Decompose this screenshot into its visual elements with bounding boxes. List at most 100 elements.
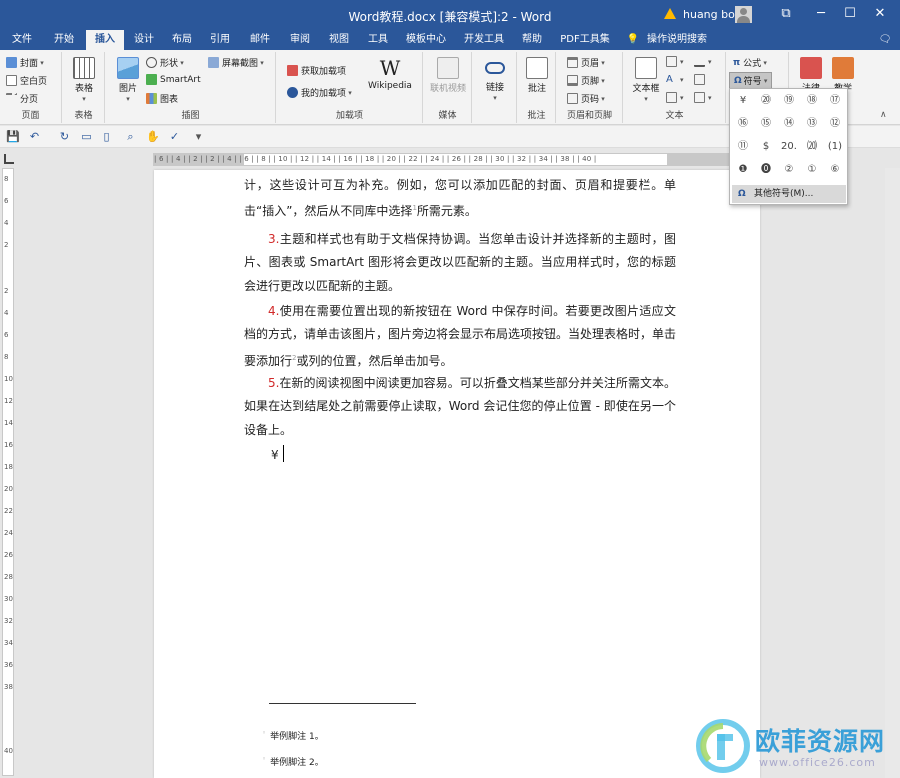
cover-page-button[interactable]: 封面 ▾: [6, 56, 44, 69]
table-button[interactable]: 表格 ▾: [67, 54, 101, 104]
tab-insert[interactable]: 插入: [86, 30, 124, 50]
document-page[interactable]: 计，这些设计可互为补充。例如，您可以添加匹配的封面、页眉和提要栏。单击“插入”，…: [154, 170, 760, 778]
object-button[interactable]: ▾: [694, 92, 712, 103]
shapes-button[interactable]: 形状 ▾: [146, 56, 184, 69]
symbol-cell[interactable]: ⑭: [778, 114, 800, 134]
paragraph-3[interactable]: 4.使用在需要位置出现的新按钮在 Word 中保存时间。若要更改图片适应文档的方…: [244, 300, 676, 373]
quick-parts-button[interactable]: ▾: [666, 56, 684, 67]
spelling-icon[interactable]: ✓: [168, 130, 181, 143]
symbol-cell[interactable]: ⑰: [824, 91, 846, 111]
footnote-1[interactable]: ◦ 举例脚注 1。: [262, 729, 324, 742]
symbol-cell[interactable]: ⓿: [755, 160, 777, 180]
maximize-button[interactable]: ☐: [836, 4, 864, 24]
symbol-cell[interactable]: ⑬: [801, 114, 823, 134]
footnote-text: 举例脚注 2。: [270, 758, 324, 768]
symbol-cell[interactable]: ⑪: [732, 137, 754, 157]
warning-icon[interactable]: [664, 8, 676, 19]
page-number-button[interactable]: 页码 ▾: [567, 92, 605, 105]
tell-me-search[interactable]: 操作说明搜索: [644, 30, 710, 50]
blank-page-button[interactable]: 空白页: [6, 74, 47, 87]
save-icon[interactable]: 💾: [6, 130, 20, 143]
symbol-cell[interactable]: ⑥: [824, 160, 846, 180]
screenshot-button[interactable]: 屏幕截图 ▾: [208, 56, 264, 69]
avatar[interactable]: [735, 6, 752, 23]
symbol-cell[interactable]: $: [755, 137, 777, 157]
wikipedia-button[interactable]: W Wikipedia: [365, 54, 415, 91]
textbox-icon: [635, 57, 657, 79]
symbol-cell[interactable]: ⑲: [778, 91, 800, 111]
symbol-button[interactable]: Ω 符号 ▾: [729, 72, 773, 89]
symbol-cell[interactable]: ⒇: [801, 137, 823, 157]
tab-references[interactable]: 引用: [202, 30, 238, 50]
equation-button[interactable]: π 公式 ▾: [733, 56, 767, 70]
link-button[interactable]: 链接 ▾: [479, 54, 511, 103]
tab-pdf-tools[interactable]: PDF工具集: [554, 30, 616, 50]
ribbon-display-options-button[interactable]: ⧉: [772, 4, 800, 24]
footer-button[interactable]: 页脚 ▾: [567, 74, 605, 87]
symbol-cell[interactable]: ⑯: [732, 114, 754, 134]
object-icon: [694, 92, 705, 103]
vertical-scrollbar[interactable]: [885, 168, 900, 778]
tab-home[interactable]: 开始: [44, 30, 84, 50]
tab-review[interactable]: 审阅: [282, 30, 318, 50]
user-name[interactable]: huang bo: [683, 8, 735, 21]
horizontal-ruler[interactable]: | 6 | | 4 | | 2 | | 2 | | 4 | | 6 | | 8 …: [153, 153, 753, 166]
comment-button[interactable]: 批注: [522, 54, 552, 94]
close-button[interactable]: ✕: [866, 4, 894, 24]
symbol-cell[interactable]: ⑮: [755, 114, 777, 134]
get-addins-button[interactable]: 获取加载项: [287, 64, 346, 77]
read-mode-icon[interactable]: ▭: [80, 130, 93, 143]
page-break-button[interactable]: 分页: [6, 92, 38, 105]
tab-template-center[interactable]: 模板中心: [400, 30, 452, 50]
tab-developer[interactable]: 开发工具: [456, 30, 512, 50]
comment-icon[interactable]: 🗨: [874, 30, 896, 50]
footnote-2[interactable]: ◦ 举例脚注 2。: [262, 755, 324, 768]
drop-cap-button[interactable]: ▾: [666, 92, 684, 103]
tab-file[interactable]: 文件: [4, 30, 40, 50]
paragraph-4[interactable]: 5.在新的阅读视图中阅读更加容易。可以折叠文档某些部分并关注所需文本。如果在达到…: [244, 372, 676, 442]
picture-button[interactable]: 图片 ▾: [114, 54, 142, 104]
vruler-tick: 12: [4, 397, 13, 405]
tab-mailings[interactable]: 邮件: [242, 30, 278, 50]
undo-icon[interactable]: ↶: [28, 130, 41, 143]
date-time-button[interactable]: [694, 74, 708, 85]
my-addins-button[interactable]: 我的加载项 ▾: [287, 86, 352, 99]
collapse-ribbon-icon[interactable]: ∧: [880, 110, 887, 120]
more-symbols-button[interactable]: Ω 其他符号(M)...: [732, 185, 846, 203]
online-video-button[interactable]: 联机视频: [428, 54, 468, 94]
tab-tools[interactable]: 工具: [360, 30, 396, 50]
wordart-button[interactable]: A ▾: [666, 74, 684, 85]
symbol-cell[interactable]: ⑳: [755, 91, 777, 111]
text-group-label: 文本: [665, 111, 684, 121]
symbol-cell[interactable]: ②: [778, 160, 800, 180]
tab-selector[interactable]: [4, 154, 14, 164]
chart-button[interactable]: 图表: [146, 92, 178, 105]
symbol-cell[interactable]: 20.: [778, 137, 800, 157]
layout-icon[interactable]: ▯: [100, 130, 113, 143]
tab-view[interactable]: 视图: [321, 30, 357, 50]
symbol-cell[interactable]: (1): [824, 137, 846, 157]
customize-qat-icon[interactable]: ▾: [192, 130, 205, 143]
smartart-button[interactable]: SmartArt: [146, 74, 201, 85]
vruler-tick: 4: [4, 309, 9, 317]
signature-line-button[interactable]: ▾: [694, 56, 712, 67]
more-symbols-label: 其他符号(M)...: [754, 189, 814, 199]
minimize-button[interactable]: ─: [807, 4, 835, 24]
symbol-cell[interactable]: ①: [801, 160, 823, 180]
paragraph-2[interactable]: 3.主题和样式也有助于文档保持协调。当您单击设计并选择新的主题时，图片、图表或 …: [244, 228, 676, 298]
textbox-button[interactable]: 文本框 ▾: [628, 54, 664, 104]
paragraph-5[interactable]: ¥: [271, 444, 703, 467]
symbol-cell[interactable]: ⑫: [824, 114, 846, 134]
symbol-cell[interactable]: ❶: [732, 160, 754, 180]
header-button[interactable]: 页眉 ▾: [567, 56, 605, 69]
print-preview-icon[interactable]: ⌕: [124, 130, 137, 143]
tab-design[interactable]: 设计: [126, 30, 162, 50]
redo-icon[interactable]: ↻: [58, 130, 71, 143]
paragraph-1[interactable]: 计，这些设计可互为补充。例如，您可以添加匹配的封面、页眉和提要栏。单击“插入”，…: [244, 174, 676, 224]
symbol-cell[interactable]: ⑱: [801, 91, 823, 111]
tab-layout[interactable]: 布局: [164, 30, 200, 50]
vertical-ruler[interactable]: 8 6 4 2 2 4 6 8 10 12 14 16 18 20 22 24 …: [2, 168, 14, 776]
touch-mode-icon[interactable]: ✋: [146, 130, 160, 143]
symbol-cell[interactable]: ¥: [732, 91, 754, 111]
tab-help[interactable]: 帮助: [514, 30, 550, 50]
